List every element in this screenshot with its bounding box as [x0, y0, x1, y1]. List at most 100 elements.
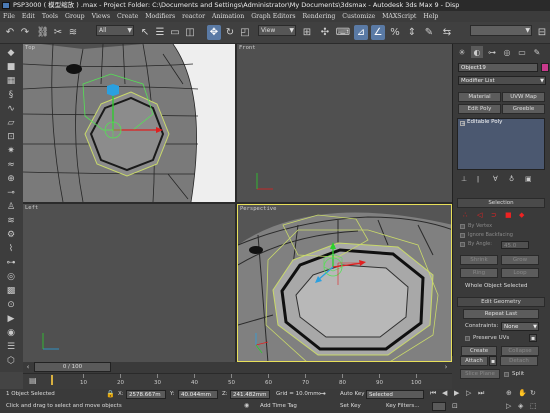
key-mode-dropdown[interactable]: Selected [366, 390, 424, 399]
y-coordinate-field[interactable]: 40.044mm [178, 390, 218, 399]
x-coordinate-field[interactable]: 2578.667m [126, 390, 166, 399]
zoom-icon[interactable]: ⊕ [506, 389, 516, 399]
attach-button[interactable]: Attach [460, 356, 488, 366]
select-and-scale-icon[interactable]: ◰ [238, 25, 252, 40]
window-crossing-icon[interactable]: ◫ [183, 25, 197, 40]
viewport-left[interactable]: Left [23, 204, 235, 362]
modifier-list-dropdown[interactable]: Modifier List ▼ [458, 76, 546, 85]
undo-icon[interactable]: ↶ [3, 25, 17, 40]
go-to-end-icon[interactable]: ⏭ [478, 389, 488, 399]
menu-create[interactable]: Create [117, 11, 138, 22]
edit-poly-button[interactable]: Edit Poly [458, 104, 501, 114]
viewport-front[interactable]: Front [237, 44, 452, 202]
border-icon[interactable]: ⊃ [491, 211, 497, 219]
ragdoll-icon[interactable]: ♙ [4, 200, 18, 213]
by-angle-input[interactable]: 45.0 [501, 241, 529, 249]
keyboard-shortcut-override-icon[interactable]: ⌨ [336, 25, 350, 40]
select-and-manipulate-icon[interactable]: ✣ [318, 25, 332, 40]
angle-snap-icon[interactable]: ∠ [371, 25, 385, 40]
mirror-icon[interactable]: ⇆ [440, 25, 454, 40]
walk-through-icon[interactable]: ◈ [518, 402, 528, 412]
percent-snap-icon[interactable]: % [388, 25, 402, 40]
rope-icon[interactable]: ∿ [4, 102, 18, 115]
grow-button[interactable]: Grow [501, 255, 539, 265]
reactor-icon[interactable]: ◆ [4, 46, 18, 59]
edit-geometry-rollout-header[interactable]: Edit Geometry [457, 297, 545, 307]
menu-graph-editors[interactable]: Graph Editors [251, 11, 295, 22]
viewport-perspective[interactable]: Perspective [237, 204, 452, 362]
remove-modifier-icon[interactable]: ♁ [509, 175, 514, 183]
greeble-button[interactable]: Greeble [502, 104, 545, 114]
menu-rendering[interactable]: Rendering [302, 11, 335, 22]
menu-customize[interactable]: Customize [342, 11, 375, 22]
pivot-center-icon[interactable]: ⊞ [300, 25, 314, 40]
display-tab-icon[interactable]: ▭ [516, 46, 528, 58]
select-by-name-icon[interactable]: ☰ [153, 25, 167, 40]
stack-item-editable-poly[interactable]: Editable Poly [467, 119, 502, 125]
menu-group[interactable]: Group [65, 11, 85, 22]
time-prev-icon[interactable]: ‹ [23, 362, 33, 372]
track-bar[interactable]: ▤ 10 20 30 40 50 60 70 80 90 100 [23, 373, 452, 389]
lock-selection-icon[interactable]: 🔒 [106, 390, 116, 399]
detach-button[interactable]: Detach [500, 356, 538, 366]
key-filters-button[interactable]: Key Filters... [386, 403, 419, 409]
menu-tools[interactable]: Tools [42, 11, 58, 22]
spinner-snap-icon[interactable]: ⇕ [405, 25, 419, 40]
selection-rollout-header[interactable]: Selection [457, 198, 545, 208]
toy-car-icon[interactable]: ⊡ [4, 130, 18, 143]
cloth-icon[interactable]: ▦ [4, 74, 18, 87]
make-unique-icon[interactable]: ∀ [493, 175, 498, 183]
pin-stack-icon[interactable]: ⊥ [461, 175, 467, 183]
z-coordinate-field[interactable]: 241.482mm [230, 390, 270, 399]
motor-icon[interactable]: ⚙ [4, 228, 18, 241]
utilities-tab-icon[interactable]: ✎ [531, 46, 543, 58]
preserve-uvs-checkbox[interactable] [465, 336, 470, 341]
unlink-icon[interactable]: ✂ [51, 25, 65, 40]
element-icon[interactable]: ◆ [519, 211, 524, 219]
configure-modifier-sets-icon[interactable]: ▣ [525, 175, 532, 183]
field-of-view-icon[interactable]: ▷ [506, 402, 516, 412]
menu-file[interactable]: File [3, 11, 15, 22]
convex-hull-icon[interactable]: ⬡ [4, 354, 18, 367]
time-config-icon[interactable]: ⊡ [452, 402, 462, 412]
fracture-icon[interactable]: ✷ [4, 144, 18, 157]
next-frame-icon[interactable]: ▷ [466, 389, 476, 399]
prev-frame-icon[interactable]: ◀ [442, 389, 452, 399]
property-editor-icon[interactable]: ☰ [4, 340, 18, 353]
go-to-start-icon[interactable]: ⏮ [430, 389, 440, 399]
snaps-toggle-icon[interactable]: ⊿ [354, 25, 368, 40]
viewport-label-front[interactable]: Front [239, 45, 256, 51]
shrink-button[interactable]: Shrink [460, 255, 498, 265]
polygon-icon[interactable]: ■ [505, 211, 512, 219]
menu-animation[interactable]: Animation [212, 11, 244, 22]
settings-icon[interactable]: ▪ [529, 334, 537, 342]
select-object-icon[interactable]: ↖ [138, 25, 152, 40]
dashpot-icon[interactable]: ⊶ [4, 256, 18, 269]
water-icon[interactable]: ≈ [4, 158, 18, 171]
curve-editor-mini-icon[interactable]: ▤ [29, 376, 41, 386]
ignore-backfacing-checkbox[interactable] [460, 233, 465, 238]
analyze-world-icon[interactable]: ⊙ [4, 298, 18, 311]
ring-button[interactable]: Ring [460, 268, 498, 278]
current-frame-field[interactable] [432, 402, 446, 411]
constraints-dropdown[interactable]: None ▼ [501, 322, 539, 331]
viewport-label-perspective[interactable]: Perspective [240, 206, 276, 212]
object-name-field[interactable]: Object19 [458, 63, 538, 72]
pan-icon[interactable]: ✋ [518, 389, 528, 399]
hierarchy-tab-icon[interactable]: ⊶ [486, 46, 498, 58]
motion-tab-icon[interactable]: ◎ [501, 46, 513, 58]
redo-icon[interactable]: ↷ [18, 25, 32, 40]
by-vertex-checkbox[interactable] [460, 224, 465, 229]
spring-constraint-icon[interactable]: ⌇ [4, 242, 18, 255]
by-angle-checkbox[interactable] [460, 242, 465, 247]
modify-tab-icon[interactable]: ◐ [471, 46, 483, 58]
edge-icon[interactable]: ◁ [477, 211, 482, 219]
key-icon[interactable]: ⊶ [318, 389, 332, 399]
named-selection-dropdown[interactable]: ▼ [470, 25, 532, 36]
spring-icon[interactable]: § [4, 88, 18, 101]
viewport-label-left[interactable]: Left [25, 205, 38, 211]
menu-modifiers[interactable]: Modifiers [145, 11, 175, 22]
orbit-icon[interactable]: ↻ [530, 389, 540, 399]
edit-named-selection-icon[interactable]: ✎ [422, 25, 436, 40]
object-color-swatch[interactable] [541, 63, 549, 72]
